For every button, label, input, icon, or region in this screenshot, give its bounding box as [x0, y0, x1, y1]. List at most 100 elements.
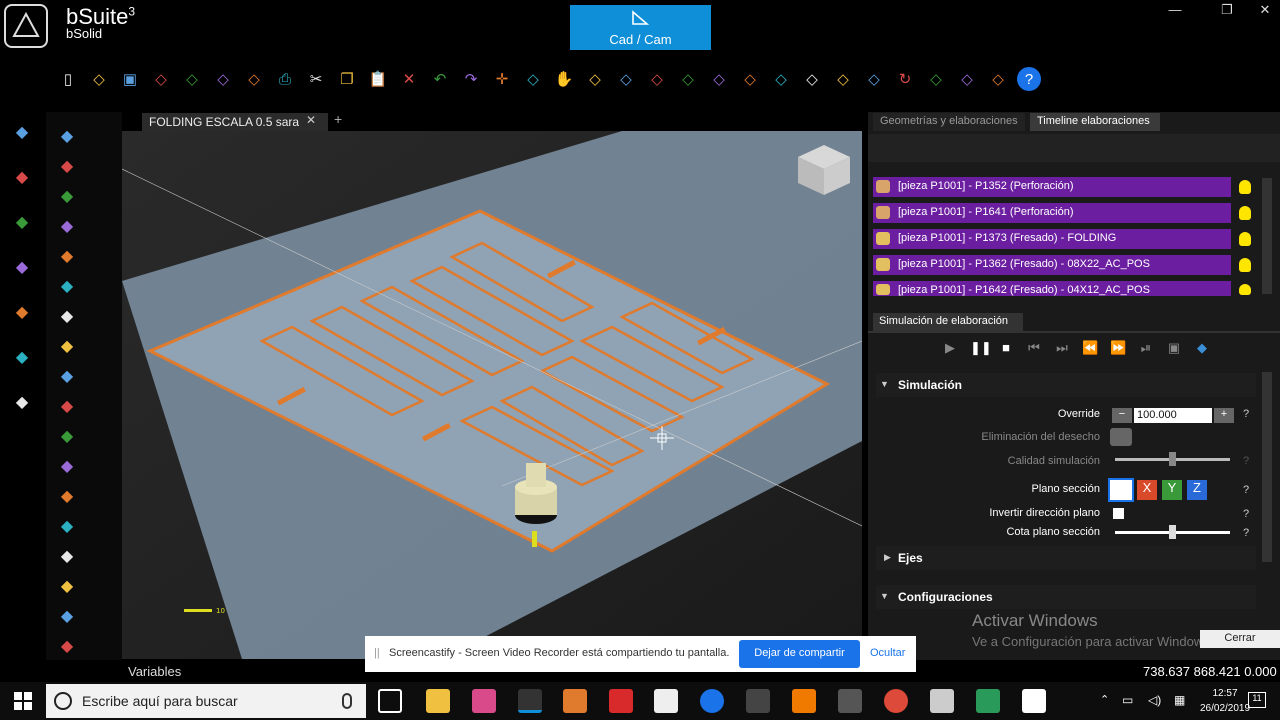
corner-icon[interactable]: ◆ — [53, 392, 81, 420]
resize-icon[interactable]: ◆ — [8, 163, 36, 191]
print-setup-icon[interactable]: ◇ — [180, 67, 204, 91]
move-arrows-icon[interactable]: ◆ — [53, 122, 81, 150]
help-icon[interactable]: ? — [1243, 455, 1249, 467]
stop-sharing-button[interactable]: Dejar de compartir — [739, 640, 860, 668]
step-start-icon[interactable]: ⏮ — [1026, 340, 1042, 356]
move-icon[interactable]: ✛ — [490, 67, 514, 91]
camera-icon[interactable]: ▣ — [1166, 340, 1182, 356]
export-icon[interactable]: ◇ — [242, 67, 266, 91]
language-icon[interactable]: ▦ — [1174, 693, 1185, 707]
step-end-icon[interactable]: ⏭ — [1054, 340, 1070, 356]
bulb-icon[interactable] — [1239, 180, 1251, 194]
task-view-icon[interactable] — [378, 689, 402, 713]
quality-slider-knob[interactable] — [1169, 452, 1176, 466]
network-icon[interactable]: ▭ — [1122, 693, 1133, 707]
section-simulation[interactable]: Simulación — [876, 373, 1256, 397]
app-tile-icon[interactable] — [746, 689, 770, 713]
help-icon[interactable]: ? — [1243, 527, 1249, 539]
waste-toggle[interactable] — [1110, 428, 1132, 446]
section-axes[interactable]: Ejes — [876, 546, 1256, 570]
help-icon[interactable]: ? — [1243, 484, 1249, 496]
chrome-icon[interactable] — [884, 689, 908, 713]
acrobat-icon[interactable] — [609, 689, 633, 713]
save-as-icon[interactable]: ◇ — [149, 67, 173, 91]
minimize-icon[interactable]: — — [1160, 2, 1190, 22]
restore-icon[interactable]: ❐ — [1212, 2, 1242, 22]
app-tile-icon[interactable] — [976, 689, 1000, 713]
drag-handle-icon[interactable]: || — [374, 647, 380, 659]
tab-geometries[interactable]: Geometrías y elaboraciones — [873, 113, 1025, 131]
redo-icon[interactable]: ↷ — [459, 67, 483, 91]
green-arrow-icon[interactable]: ◇ — [862, 67, 886, 91]
paste-icon[interactable]: 📋 — [366, 67, 390, 91]
browser-icon[interactable] — [700, 689, 724, 713]
camera-app-icon[interactable] — [838, 689, 862, 713]
save-icon[interactable]: ▣ — [118, 67, 142, 91]
document-tab[interactable]: FOLDING ESCALA 0.5 sara — [142, 113, 328, 132]
stop-icon[interactable]: ■ — [998, 340, 1014, 356]
split-icon[interactable]: ◆ — [53, 512, 81, 540]
timeline-row[interactable]: [pieza P1001] - P1373 (Fresado) - FOLDIN… — [873, 229, 1231, 249]
skip-forward-icon[interactable]: ⏩ — [1110, 340, 1126, 356]
view-right-icon[interactable]: ◇ — [707, 67, 731, 91]
sphere-blue-icon[interactable]: ◇ — [986, 67, 1010, 91]
app-tile-icon[interactable] — [930, 689, 954, 713]
boolean-icon[interactable]: ◆ — [53, 302, 81, 330]
copy-icon[interactable]: ❐ — [335, 67, 359, 91]
print-icon[interactable]: ⎙ — [273, 67, 297, 91]
add-tab-icon[interactable]: + — [334, 111, 342, 127]
view-iso-icon[interactable]: ◇ — [800, 67, 824, 91]
timeline-row[interactable]: [pieza P1001] - P1352 (Perforación) — [873, 177, 1231, 197]
override-plus-button[interactable]: + — [1214, 408, 1234, 423]
drawing-icon[interactable]: ◆ — [8, 118, 36, 146]
scale-icon[interactable]: ◆ — [53, 182, 81, 210]
palette-icon[interactable]: ◆ — [53, 602, 81, 630]
timeline-row[interactable]: [pieza P1001] - P1642 (Fresado) - 04X12_… — [873, 281, 1231, 296]
section-config[interactable]: Configuraciones — [876, 585, 1256, 609]
measure-icon[interactable]: ◆ — [8, 253, 36, 281]
mirror-icon[interactable]: ◆ — [53, 212, 81, 240]
rotate-view-icon[interactable]: ◇ — [521, 67, 545, 91]
open-folder-icon[interactable]: ◇ — [87, 67, 111, 91]
view-bottom-icon[interactable]: ◇ — [769, 67, 793, 91]
view-back-icon[interactable]: ◇ — [645, 67, 669, 91]
undo-icon[interactable]: ↶ — [428, 67, 452, 91]
bsuite-taskbar-icon[interactable] — [518, 689, 542, 713]
zoom-fit-icon[interactable]: ◇ — [583, 67, 607, 91]
taskbar-clock[interactable]: 12:57 26/02/2019 — [1200, 686, 1250, 716]
arc-corner-icon[interactable]: ◆ — [53, 422, 81, 450]
help-icon[interactable]: ? — [1243, 508, 1249, 520]
help-icon[interactable]: ? — [1243, 408, 1249, 420]
new-file-icon[interactable]: ▯ — [56, 67, 80, 91]
plane-x-button[interactable]: X — [1137, 480, 1157, 500]
pin-icon[interactable]: ◆ — [8, 298, 36, 326]
bulb-icon[interactable] — [1239, 206, 1251, 220]
shield-icon[interactable]: ◆ — [8, 343, 36, 371]
view-top-icon[interactable]: ◇ — [738, 67, 762, 91]
tab-timeline[interactable]: Timeline elaboraciones — [1030, 113, 1160, 131]
settings-icon[interactable]: ◆ — [1194, 340, 1210, 356]
align-icon[interactable]: ◆ — [53, 542, 81, 570]
offset-icon[interactable]: ◆ — [53, 242, 81, 270]
slot-icon[interactable]: ◆ — [53, 452, 81, 480]
file-explorer-icon[interactable] — [426, 689, 450, 713]
view-left-icon[interactable]: ◇ — [676, 67, 700, 91]
vlc-icon[interactable] — [792, 689, 816, 713]
plane-y-button[interactable]: Y — [1162, 480, 1182, 500]
trim-icon[interactable]: ◆ — [53, 572, 81, 600]
fillet-icon[interactable]: ◆ — [53, 332, 81, 360]
link-icon[interactable]: ◆ — [53, 272, 81, 300]
array-icon[interactable]: ◆ — [53, 482, 81, 510]
calculator-icon[interactable] — [654, 689, 678, 713]
sphere-dark-icon[interactable]: ◇ — [955, 67, 979, 91]
photos-icon[interactable] — [1022, 689, 1046, 713]
delete-icon[interactable]: ✕ — [397, 67, 421, 91]
timeline-row[interactable]: [pieza P1001] - P1362 (Fresado) - 08X22_… — [873, 255, 1231, 275]
tab-simulation[interactable]: Simulación de elaboración — [873, 313, 1023, 331]
close-icon[interactable]: ✕ — [1250, 2, 1280, 22]
windows-start-icon[interactable] — [14, 692, 32, 715]
refresh-icon[interactable]: ↻ — [893, 67, 917, 91]
text-z-icon[interactable]: ◆ — [53, 362, 81, 390]
close-popup-button[interactable]: Cerrar — [1200, 630, 1280, 648]
variables-label[interactable]: Variables — [128, 664, 181, 679]
